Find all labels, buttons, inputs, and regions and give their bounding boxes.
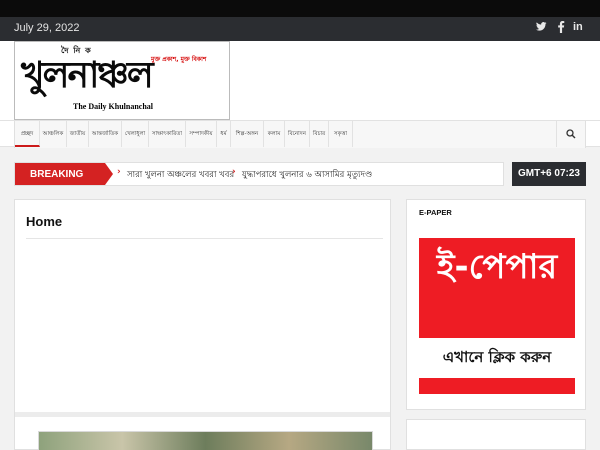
page-title: Home — [26, 214, 63, 229]
current-date: July 29, 2022 — [14, 22, 80, 34]
ticker-bullet-icon: › — [117, 167, 121, 177]
nav-item-sports[interactable]: খেলাধুলা — [122, 121, 149, 147]
nav-item-more[interactable]: সকৃত্তা — [329, 121, 353, 147]
nav-item-interview[interactable]: সাক্ষাৎকারিতা — [149, 121, 186, 147]
main-navigation: প্রচ্ছদ আঞ্চলিক জাতীয় আন্তর্জাতিক খেলাধ… — [0, 120, 600, 148]
featured-image[interactable] — [38, 431, 373, 450]
logo-english-name: The Daily Khulnanchal — [73, 102, 154, 111]
top-bar: July 29, 2022 in — [0, 17, 600, 41]
sidebar-widget — [406, 419, 586, 450]
nav-item-arts[interactable]: শিল্প-অঙ্গন — [231, 121, 264, 147]
epaper-big-text: ই-পেপার — [436, 247, 558, 287]
site-logo[interactable]: দৈ নি ক মুক্ত প্রকাশ, মুক্ত বিকাশ খুলনাঞ… — [14, 41, 230, 120]
breaking-arrow — [105, 163, 113, 185]
nav-inner: প্রচ্ছদ আঞ্চলিক জাতীয় আন্তর্জাতিক খেলাধ… — [14, 121, 586, 148]
nav-item-international[interactable]: আন্তর্জাতিক — [89, 121, 122, 147]
clock-badge: GMT+6 07:23 — [512, 162, 586, 186]
epaper-widget: E-PAPER ই-পেপার এখানে ক্লিক করুন — [406, 199, 586, 410]
linkedin-icon[interactable]: in — [573, 21, 583, 33]
nav-item-justice[interactable]: বিচার — [310, 121, 329, 147]
title-divider — [26, 238, 383, 239]
ticker-item[interactable]: সারা খুলনা অঞ্চলের খবরা খবর — [127, 168, 234, 182]
nav-item-regional[interactable]: আঞ্চলিক — [40, 121, 67, 147]
facebook-icon[interactable] — [557, 21, 565, 36]
top-black-strip — [0, 0, 600, 17]
ticker-bullet-icon: › — [232, 167, 236, 177]
widget-title: E-PAPER — [419, 208, 452, 217]
nav-item-national[interactable]: জাতীয় — [67, 121, 89, 147]
epaper-click-text: এখানে ক্লিক করুন — [442, 348, 552, 366]
twitter-icon[interactable] — [536, 21, 547, 35]
nav-item-column[interactable]: কলাম — [264, 121, 285, 147]
nav-item-entertainment[interactable]: বিনোদন — [285, 121, 310, 147]
main-content: Home — [14, 199, 391, 450]
epaper-banner[interactable]: ই-পেপার এখানে ক্লিক করুন — [419, 238, 575, 394]
breaking-label: BREAKING — [15, 163, 105, 185]
logo-name: খুলনাঞ্চল — [21, 55, 154, 96]
site-header: দৈ নি ক মুক্ত প্রকাশ, মুক্ত বিকাশ খুলনাঞ… — [0, 41, 600, 120]
nav-item-religion[interactable]: ধর্ম — [217, 121, 231, 147]
nav-item-editorial[interactable]: সম্পাদকীয় — [186, 121, 217, 147]
section-divider — [15, 412, 390, 417]
search-icon — [566, 129, 576, 139]
nav-item-home[interactable]: প্রচ্ছদ — [15, 121, 40, 147]
breaking-news-bar: BREAKING › সারা খুলনা অঞ্চলের খবরা খবর ›… — [14, 162, 504, 186]
ticker-item[interactable]: যুদ্ধাপরাধে খুলনার ৬ আসামির মৃত্যুদণ্ড — [242, 168, 372, 182]
nav-search-button[interactable] — [556, 121, 585, 147]
logo-tagline: মুক্ত প্রকাশ, মুক্ত বিকাশ — [151, 56, 207, 63]
